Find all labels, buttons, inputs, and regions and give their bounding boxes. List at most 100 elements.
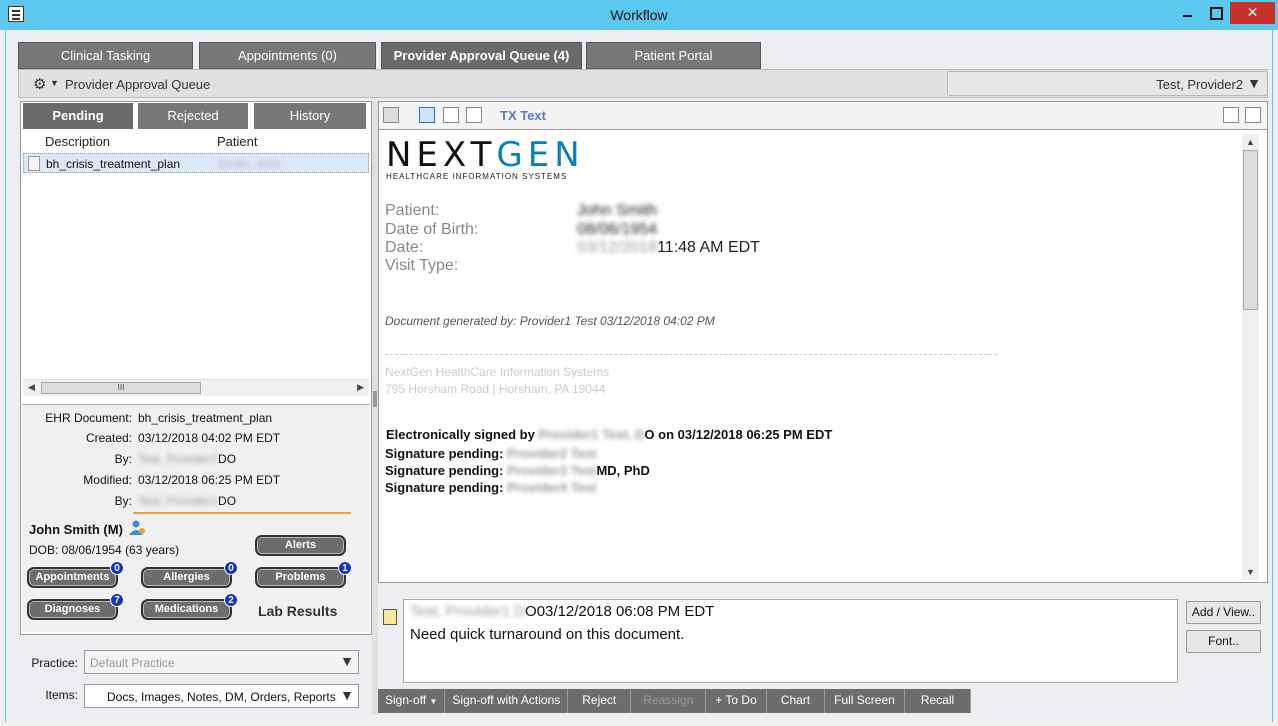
medications-count-badge: 2 bbox=[224, 593, 238, 607]
logo-subtitle: HEALTHCARE INFORMATION SYSTEMS bbox=[386, 172, 568, 181]
allergies-button[interactable]: Allergies bbox=[141, 567, 232, 588]
generated-by-text: Document generated by: Provider1 Test 03… bbox=[385, 314, 715, 328]
horizontal-scrollbar[interactable]: ◀ III ▶ bbox=[23, 379, 369, 396]
save-icon[interactable] bbox=[383, 107, 399, 123]
date-field-value: 03/12/201811:48 AM EDT bbox=[577, 239, 760, 256]
divider bbox=[133, 512, 351, 514]
scroll-right-icon[interactable]: ▶ bbox=[357, 382, 364, 393]
row-patient: Smith, John bbox=[218, 157, 282, 171]
patient-name: John Smith (M) bbox=[29, 522, 123, 537]
patient-field-value: John Smith bbox=[577, 202, 658, 219]
sign-off-with-actions-button[interactable]: Sign-off with Actions bbox=[445, 689, 569, 713]
address-line-2: 795 Horsham Road | Horsham, PA 19044 bbox=[385, 382, 606, 396]
full-screen-button[interactable]: Full Screen bbox=[825, 689, 905, 713]
patient-dob: DOB: 08/06/1954 (63 years) bbox=[29, 543, 180, 557]
breadcrumb-title: Provider Approval Queue bbox=[65, 77, 211, 92]
action-bar: Sign-off ▼ Sign-off with Actions Reject … bbox=[378, 689, 972, 713]
text-view-icon[interactable] bbox=[419, 107, 435, 123]
image-view-icon[interactable] bbox=[466, 107, 482, 123]
add-todo-button[interactable]: + To Do bbox=[706, 689, 767, 713]
sign-off-button[interactable]: Sign-off ▼ bbox=[378, 689, 446, 713]
visit-type-label: Visit Type: bbox=[385, 257, 459, 274]
column-header-description[interactable]: Description bbox=[45, 134, 110, 149]
tab-history[interactable]: History bbox=[254, 103, 366, 129]
alerts-button[interactable]: Alerts bbox=[255, 535, 346, 556]
patient-field-label: Patient: bbox=[385, 202, 440, 219]
minimize-button[interactable] bbox=[1175, 2, 1201, 24]
tab-patient-portal[interactable]: Patient Portal bbox=[586, 42, 761, 69]
recall-button[interactable]: Recall bbox=[904, 689, 972, 713]
ehr-document-label: EHR Document: bbox=[45, 411, 132, 425]
signature-pending-2: Signature pending: Provider3 TestMD, PhD bbox=[385, 463, 650, 478]
medications-button[interactable]: Medications bbox=[141, 599, 232, 620]
document-viewer bbox=[378, 129, 1268, 583]
problems-button[interactable]: Problems bbox=[255, 567, 346, 588]
table-row[interactable]: bh_crisis_treatment_plan Smith, John bbox=[23, 153, 369, 173]
tab-appointments[interactable]: Appointments (0) bbox=[199, 42, 376, 69]
patient-info-icon[interactable] bbox=[128, 520, 146, 536]
scroll-left-icon[interactable]: ◀ bbox=[28, 382, 35, 393]
dob-field-label: Date of Birth: bbox=[385, 221, 479, 238]
scroll-down-icon[interactable]: ▼ bbox=[1246, 567, 1255, 577]
user-selector[interactable]: Test, Provider2 ▼ bbox=[947, 71, 1268, 96]
created-value: 03/12/2018 04:02 PM EDT bbox=[138, 431, 281, 445]
created-by-label: By: bbox=[114, 452, 132, 466]
scroll-thumb[interactable] bbox=[1243, 150, 1258, 310]
date-field-label: Date: bbox=[385, 239, 424, 256]
font-button[interactable]: Font.. bbox=[1186, 630, 1261, 653]
modified-value: 03/12/2018 06:25 PM EDT bbox=[138, 473, 281, 487]
tab-rejected[interactable]: Rejected bbox=[138, 103, 248, 129]
note-icon bbox=[383, 609, 397, 625]
chart-button[interactable]: Chart bbox=[766, 689, 826, 713]
ehr-document-value: bh_crisis_treatment_plan bbox=[138, 411, 273, 425]
nextgen-logo: NEXTGEN bbox=[386, 135, 585, 175]
modified-by-value: Test, Provider1DO bbox=[138, 494, 237, 508]
practice-select[interactable]: Default Practice ▼ bbox=[84, 650, 359, 674]
practice-label: Practice: bbox=[31, 656, 78, 670]
tab-clinical-tasking[interactable]: Clinical Tasking bbox=[18, 42, 193, 69]
chevron-down-icon[interactable]: ▼ bbox=[50, 78, 59, 88]
modified-by-label: By: bbox=[114, 494, 132, 508]
document-toolbar: TX Text bbox=[378, 101, 1268, 129]
print-icon[interactable] bbox=[1223, 107, 1239, 123]
reject-button[interactable]: Reject bbox=[568, 689, 632, 713]
created-label: Created: bbox=[85, 431, 132, 445]
signature-pending-3: Signature pending: Provider4 Test bbox=[385, 480, 597, 495]
info-icon[interactable] bbox=[1245, 107, 1261, 123]
tx-text-label: TX Text bbox=[500, 108, 546, 123]
scroll-up-icon[interactable]: ▲ bbox=[1246, 137, 1255, 147]
scroll-thumb[interactable]: III bbox=[41, 382, 201, 394]
dropdown-arrow-icon[interactable]: ▼ bbox=[1247, 75, 1261, 91]
add-view-button[interactable]: Add / View.. bbox=[1186, 601, 1261, 624]
electronic-signature: Electronically signed by Provider1 Test,… bbox=[386, 427, 833, 442]
text-view-alt-icon[interactable] bbox=[443, 107, 459, 123]
note-header: Test, Provider1 DO03/12/2018 06:08 PM ED… bbox=[410, 603, 715, 620]
dob-field-value: 08/06/1954 bbox=[577, 221, 658, 238]
column-header-patient[interactable]: Patient bbox=[217, 134, 257, 149]
tab-pending[interactable]: Pending bbox=[23, 103, 133, 129]
items-select[interactable]: Docs, Images, Notes, DM, Orders, Reports… bbox=[84, 684, 359, 708]
diagnoses-count-badge: 7 bbox=[110, 593, 124, 607]
appointments-count-badge: 0 bbox=[110, 561, 124, 575]
note-text: Need quick turnaround on this document. bbox=[410, 626, 685, 643]
tab-provider-approval-queue[interactable]: Provider Approval Queue (4) bbox=[381, 42, 582, 69]
dropdown-arrow-icon[interactable]: ▼ bbox=[340, 687, 354, 703]
lab-results-link[interactable]: Lab Results bbox=[258, 603, 337, 619]
close-button[interactable]: ✕ bbox=[1230, 2, 1275, 24]
row-description: bh_crisis_treatment_plan bbox=[46, 157, 181, 171]
created-by-value: Test, Provider1DO bbox=[138, 452, 237, 466]
user-name: Test, Provider2 bbox=[1156, 77, 1243, 92]
maximize-button[interactable] bbox=[1202, 2, 1228, 24]
address-line-1: NextGen HealthCare Information Systems bbox=[385, 365, 610, 379]
items-label: Items: bbox=[45, 688, 78, 702]
window-title: Workflow bbox=[610, 7, 668, 23]
diagnoses-button[interactable]: Diagnoses bbox=[27, 599, 118, 620]
gear-icon[interactable]: ⚙ bbox=[33, 75, 46, 93]
divider bbox=[385, 354, 997, 355]
signature-pending-1: Signature pending: Provider2 Test bbox=[385, 446, 597, 461]
appointments-button[interactable]: Appointments bbox=[27, 567, 118, 588]
vertical-scrollbar[interactable]: ▲ ▼ bbox=[1242, 134, 1259, 580]
title-bar: Workflow ✕ bbox=[0, 0, 1278, 30]
dropdown-arrow-icon[interactable]: ▼ bbox=[340, 653, 354, 669]
problems-count-badge: 1 bbox=[338, 561, 352, 575]
